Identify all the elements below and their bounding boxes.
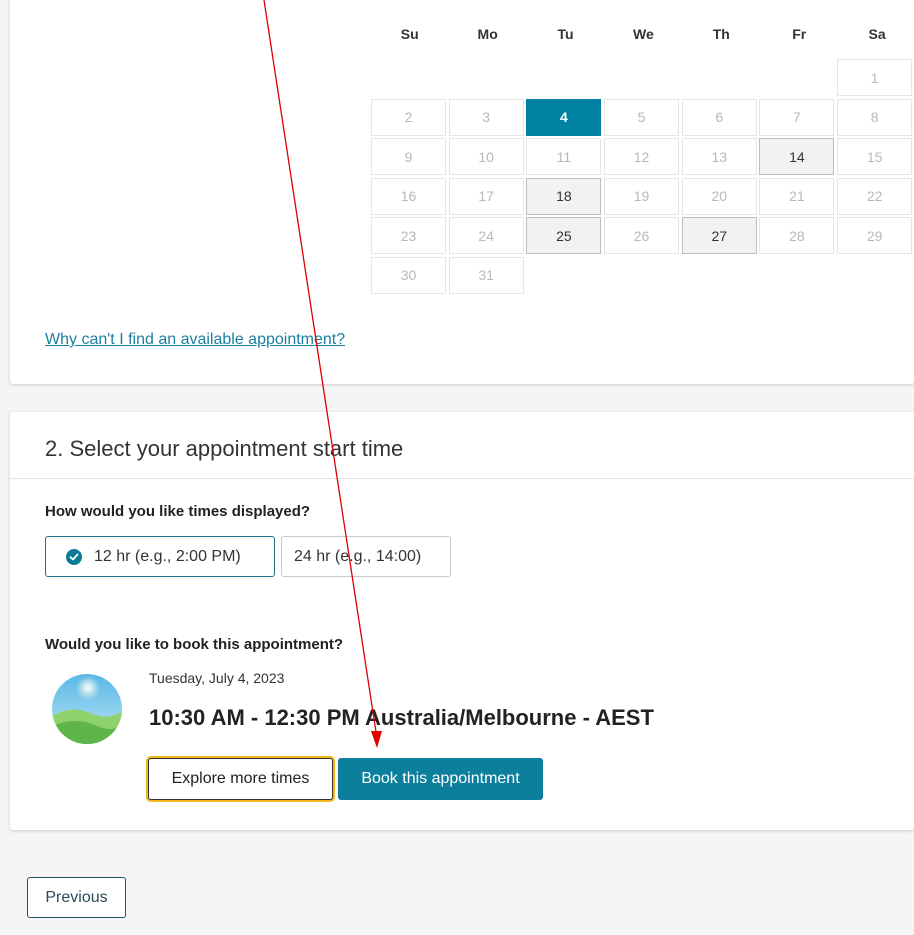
calendar-day: 3 [448, 98, 524, 136]
format-24hr-label: 24 hr (e.g., 14:00) [294, 547, 422, 565]
calendar-day: 23 [371, 217, 446, 255]
calendar-day: 9 [371, 138, 446, 176]
format-12hr-button[interactable]: 12 hr (e.g., 2:00 PM) [45, 536, 275, 577]
check-circle-icon [66, 548, 82, 565]
format-12hr-label: 12 hr (e.g., 2:00 PM) [94, 547, 241, 565]
appointment-date: Tuesday, July 4, 2023 [149, 670, 285, 686]
calendar-day: 5 [604, 98, 680, 136]
calendar-day: 8 [837, 98, 913, 136]
calendar-day[interactable]: 14 [759, 138, 835, 176]
calendar-day: 20 [681, 177, 757, 215]
calendar-day: 7 [759, 98, 835, 136]
calendar-day: 19 [604, 177, 680, 215]
calendar-blank-cell [682, 59, 757, 96]
format-24hr-button[interactable]: 24 hr (e.g., 14:00) [281, 536, 451, 577]
calendar-blank-cell [449, 59, 524, 96]
format-question: How would you like times displayed? [45, 503, 311, 520]
calendar-day: 29 [837, 217, 913, 255]
help-link[interactable]: Why can't I find an available appointmen… [45, 331, 345, 349]
calendar-day: 28 [759, 217, 835, 255]
book-appointment-button[interactable]: Book this appointment [338, 758, 543, 800]
calendar-day[interactable]: 27 [681, 217, 757, 255]
calendar-day: 15 [837, 138, 913, 176]
calendar-day: 22 [837, 177, 913, 215]
calendar-day: 17 [448, 177, 524, 215]
calendar-day: 13 [681, 138, 757, 176]
section-title: 2. Select your appointment start time [45, 436, 404, 461]
calendar-day: 31 [448, 256, 524, 294]
book-question: Would you like to book this appointment? [45, 636, 344, 653]
calendar-day: 6 [681, 98, 757, 136]
calendar-blank-cell [604, 59, 679, 96]
calendar-day: 26 [604, 217, 680, 255]
weekday-label: Th [712, 26, 730, 42]
calendar-day: 2 [371, 98, 446, 136]
calendar-day-selected[interactable]: 4 [526, 98, 602, 136]
calendar-day: 1 [837, 59, 913, 96]
calendar-blank-cell [371, 59, 446, 96]
calendar-blank-cell [759, 59, 834, 96]
calendar-day: 10 [448, 138, 524, 176]
weekday-label: Mo [477, 26, 498, 42]
calendar-day[interactable]: 25 [526, 217, 602, 255]
section-divider [10, 478, 914, 479]
calendar-blank-cell [526, 59, 601, 96]
calendar-day: 12 [604, 138, 680, 176]
weekday-label: Fr [792, 26, 807, 42]
landscape-sun-icon [52, 674, 122, 744]
weekday-label: Sa [868, 26, 886, 42]
calendar-day: 16 [371, 177, 446, 215]
appointment-time: 10:30 AM - 12:30 PM Australia/Melbourne … [149, 705, 654, 730]
weekday-label: Tu [557, 26, 574, 42]
previous-button[interactable]: Previous [27, 877, 126, 918]
calendar-day[interactable]: 18 [526, 177, 602, 215]
calendar-day: 24 [448, 217, 524, 255]
calendar-day: 11 [526, 138, 602, 176]
weekday-header: Su Mo Tu We Th Fr Sa [371, 26, 914, 42]
calendar-day: 30 [371, 256, 446, 294]
calendar-day: 21 [759, 177, 835, 215]
weekday-label: Su [400, 26, 419, 42]
weekday-label: We [633, 26, 654, 42]
explore-more-times-button[interactable]: Explore more times [148, 758, 333, 800]
calendar-grid: 1 2 3 4 5 6 7 8 9 10 11 12 13 14 15 16 17 18 19 20 21 22 23 24 2… [371, 59, 913, 294]
